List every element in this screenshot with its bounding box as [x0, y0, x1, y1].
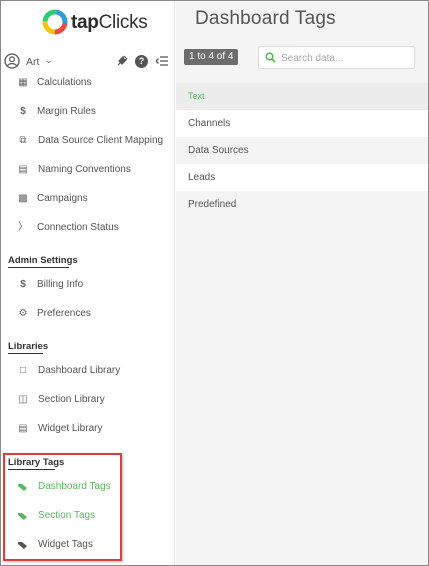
sidebar-item-connection-status[interactable]: 〉 Connection Status: [1, 218, 174, 238]
sidebar-item-label: Calculations: [37, 77, 92, 88]
dollar-icon: $: [20, 279, 26, 290]
columns-icon: ◫: [18, 394, 28, 405]
sidebar-item-preferences[interactable]: ⚙ Preferences: [1, 304, 174, 324]
pagination-count: 1 to 4 of 4: [184, 49, 239, 65]
sidebar-item-calculations[interactable]: ▦ Calculations: [1, 73, 174, 93]
section-divider: [8, 353, 43, 354]
logo-wordmark: tapClicks: [71, 12, 148, 34]
sidebar-item-label: Section Library: [38, 394, 105, 405]
section-divider: [8, 267, 69, 268]
sidebar-item-margin-rules[interactable]: $ Margin Rules: [1, 102, 174, 122]
sidebar-item-label: Margin Rules: [37, 106, 96, 117]
briefcase-icon: ▩: [18, 193, 28, 204]
logo-ring-icon: [42, 9, 68, 35]
sidebar-item-campaigns[interactable]: ▩ Campaigns: [1, 189, 174, 209]
user-name[interactable]: Art: [26, 56, 39, 68]
sidebar-item-widget-library[interactable]: ▤ Widget Library: [1, 419, 174, 439]
calculator-icon: ▦: [18, 77, 28, 88]
main-content: Dashboard Tags 1 to 4 of 4 Text Channels…: [176, 1, 428, 565]
sidebar-item-label: Dashboard Library: [38, 365, 121, 376]
sidebar: tapClicks Art ⌄ ? ▦ Calculations $ Margi…: [1, 1, 175, 565]
sidebar-item-label: Preferences: [37, 308, 91, 319]
collapse-menu-icon[interactable]: [155, 54, 169, 68]
sidebar-item-label: Data Source Client Mapping: [38, 135, 164, 146]
window-icon: □: [19, 365, 27, 376]
table-row[interactable]: Predefined: [176, 191, 428, 218]
list-icon: ▤: [18, 423, 28, 434]
search-input[interactable]: [281, 50, 411, 66]
table-row[interactable]: Channels: [176, 110, 428, 137]
logo-suffix: Clicks: [98, 12, 148, 33]
section-heading-libraries: Libraries: [8, 341, 49, 352]
search-icon: [265, 52, 276, 63]
user-menu-chevron-down-icon[interactable]: ⌄: [45, 55, 53, 66]
sidebar-item-dashboard-library[interactable]: □ Dashboard Library: [1, 361, 174, 381]
column-header-text[interactable]: Text: [176, 83, 428, 110]
copy-icon: ⧉: [19, 135, 27, 146]
tapclicks-logo[interactable]: tapClicks: [41, 8, 151, 40]
table-row[interactable]: Leads: [176, 164, 428, 191]
tags-table: Text Channels Data Sources Leads Predefi…: [176, 83, 428, 218]
user-avatar-icon[interactable]: [4, 53, 20, 69]
sidebar-item-label: Naming Conventions: [38, 164, 131, 175]
logo-prefix: tap: [71, 12, 99, 33]
search-box[interactable]: [258, 46, 415, 69]
page-title: Dashboard Tags: [195, 8, 336, 29]
sidebar-item-label: Billing Info: [37, 279, 84, 290]
sidebar-item-label: Campaigns: [37, 193, 88, 204]
sidebar-item-label: Connection Status: [37, 222, 119, 233]
sidebar-item-label: Widget Library: [38, 423, 103, 434]
sidebar-item-data-source-client-mapping[interactable]: ⧉ Data Source Client Mapping: [1, 131, 174, 151]
table-row[interactable]: Data Sources: [176, 137, 428, 164]
sidebar-item-billing-info[interactable]: $ Billing Info: [1, 275, 174, 295]
gears-icon: ⚙: [18, 308, 28, 319]
section-heading-admin-settings: Admin Settings: [8, 255, 78, 266]
user-bar: Art ⌄ ?: [1, 51, 174, 75]
dollar-icon: $: [20, 106, 26, 117]
document-icon: ▤: [18, 164, 28, 175]
highlight-box: [3, 453, 122, 561]
plug-icon[interactable]: [115, 54, 129, 68]
sidebar-item-naming-conventions[interactable]: ▤ Naming Conventions: [1, 160, 174, 180]
plug-icon: 〉: [18, 222, 28, 233]
sidebar-item-section-library[interactable]: ◫ Section Library: [1, 390, 174, 410]
help-icon[interactable]: ?: [135, 55, 148, 68]
